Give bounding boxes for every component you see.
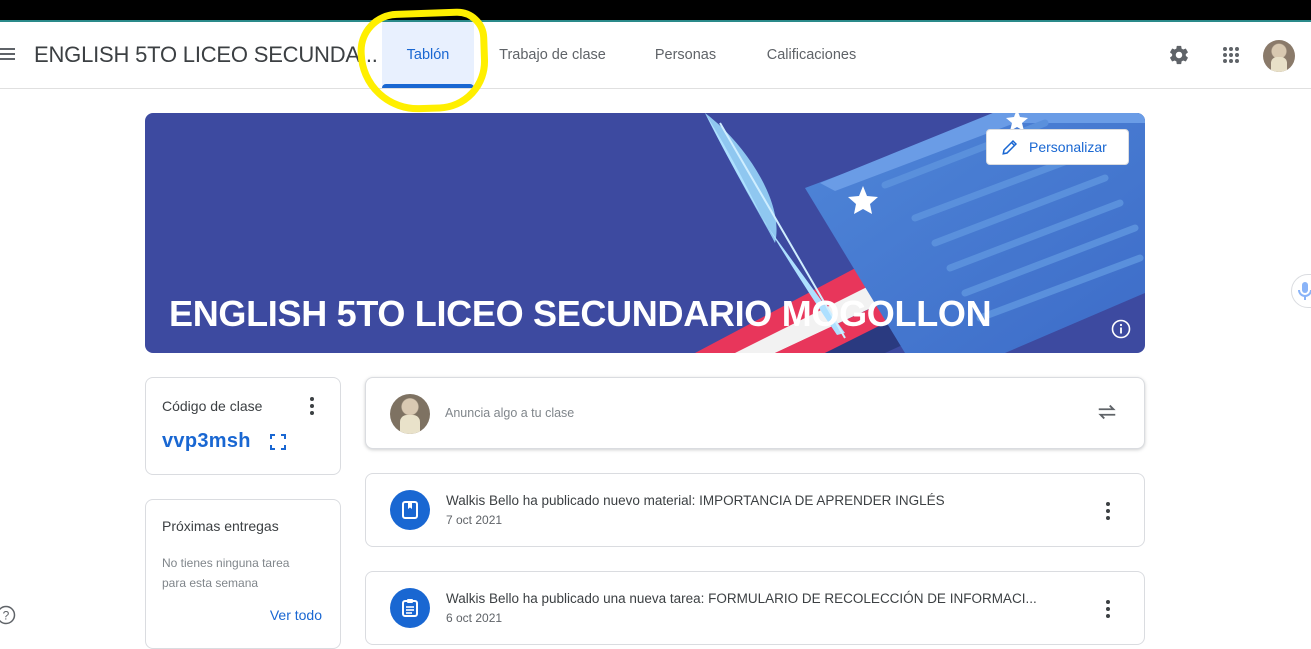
gear-icon[interactable] — [1164, 40, 1194, 70]
class-code-label: Código de clase — [162, 398, 263, 414]
customize-label: Personalizar — [1029, 139, 1107, 155]
announce-card[interactable]: Anuncia algo a tu clase — [365, 377, 1145, 449]
svg-text:?: ? — [3, 609, 10, 623]
banner-class-title: ENGLISH 5TO LICEO SECUNDARIO MOGOLLON — [169, 293, 992, 334]
voice-input-tab[interactable] — [1291, 274, 1311, 308]
more-vert-icon[interactable] — [1096, 597, 1120, 621]
tab-trabajo-de-clase[interactable]: Trabajo de clase — [486, 22, 619, 88]
microphone-icon — [1298, 282, 1311, 300]
class-title[interactable]: ENGLISH 5TO LICEO SECUNDA... — [34, 42, 378, 68]
class-code-value: vvp3msh — [162, 430, 251, 452]
fullscreen-icon[interactable] — [270, 434, 288, 452]
stream-post[interactable]: Walkis Bello ha publicado nuevo material… — [365, 473, 1145, 547]
post-title[interactable]: Walkis Bello ha publicado nuevo material… — [446, 493, 945, 508]
post-title[interactable]: Walkis Bello ha publicado una nueva tare… — [446, 591, 1037, 606]
upcoming-title: Próximas entregas — [162, 518, 279, 534]
class-code-card: Código de clase vvp3msh — [145, 377, 341, 475]
class-banner: ENGLISH 5TO LICEO SECUNDARIO MOGOLLON Pe… — [145, 113, 1145, 353]
post-date: 7 oct 2021 — [446, 513, 503, 527]
announce-input[interactable]: Anuncia algo a tu clase — [445, 406, 574, 420]
tab-calificaciones[interactable]: Calificaciones — [752, 22, 871, 88]
tab-tablon[interactable]: Tablón — [382, 22, 474, 88]
stream-post[interactable]: Walkis Bello ha publicado una nueva tare… — [365, 571, 1145, 645]
assignment-icon — [390, 588, 430, 628]
help-icon[interactable]: ? — [0, 605, 16, 625]
menu-icon[interactable] — [0, 48, 16, 62]
tab-personas[interactable]: Personas — [640, 22, 731, 88]
apps-grid-icon[interactable] — [1216, 40, 1246, 70]
repost-icon[interactable] — [1096, 401, 1122, 427]
upcoming-empty-text: No tienes ninguna tarea para esta semana — [162, 556, 290, 590]
upcoming-card: Próximas entregas No tienes ninguna tare… — [145, 499, 341, 649]
customize-button[interactable]: Personalizar — [986, 129, 1129, 165]
material-book-icon — [390, 490, 430, 530]
more-vert-icon[interactable] — [1096, 499, 1120, 523]
browser-top-bar — [0, 0, 1311, 22]
class-header: ENGLISH 5TO LICEO SECUNDA... Tablón Trab… — [0, 22, 1311, 89]
more-vert-icon[interactable] — [300, 394, 324, 418]
account-avatar[interactable] — [1263, 40, 1295, 72]
user-avatar — [390, 394, 430, 434]
view-all-link[interactable]: Ver todo — [270, 607, 322, 623]
info-icon[interactable] — [1111, 319, 1131, 339]
pencil-icon — [1002, 139, 1018, 155]
post-date: 6 oct 2021 — [446, 611, 503, 625]
